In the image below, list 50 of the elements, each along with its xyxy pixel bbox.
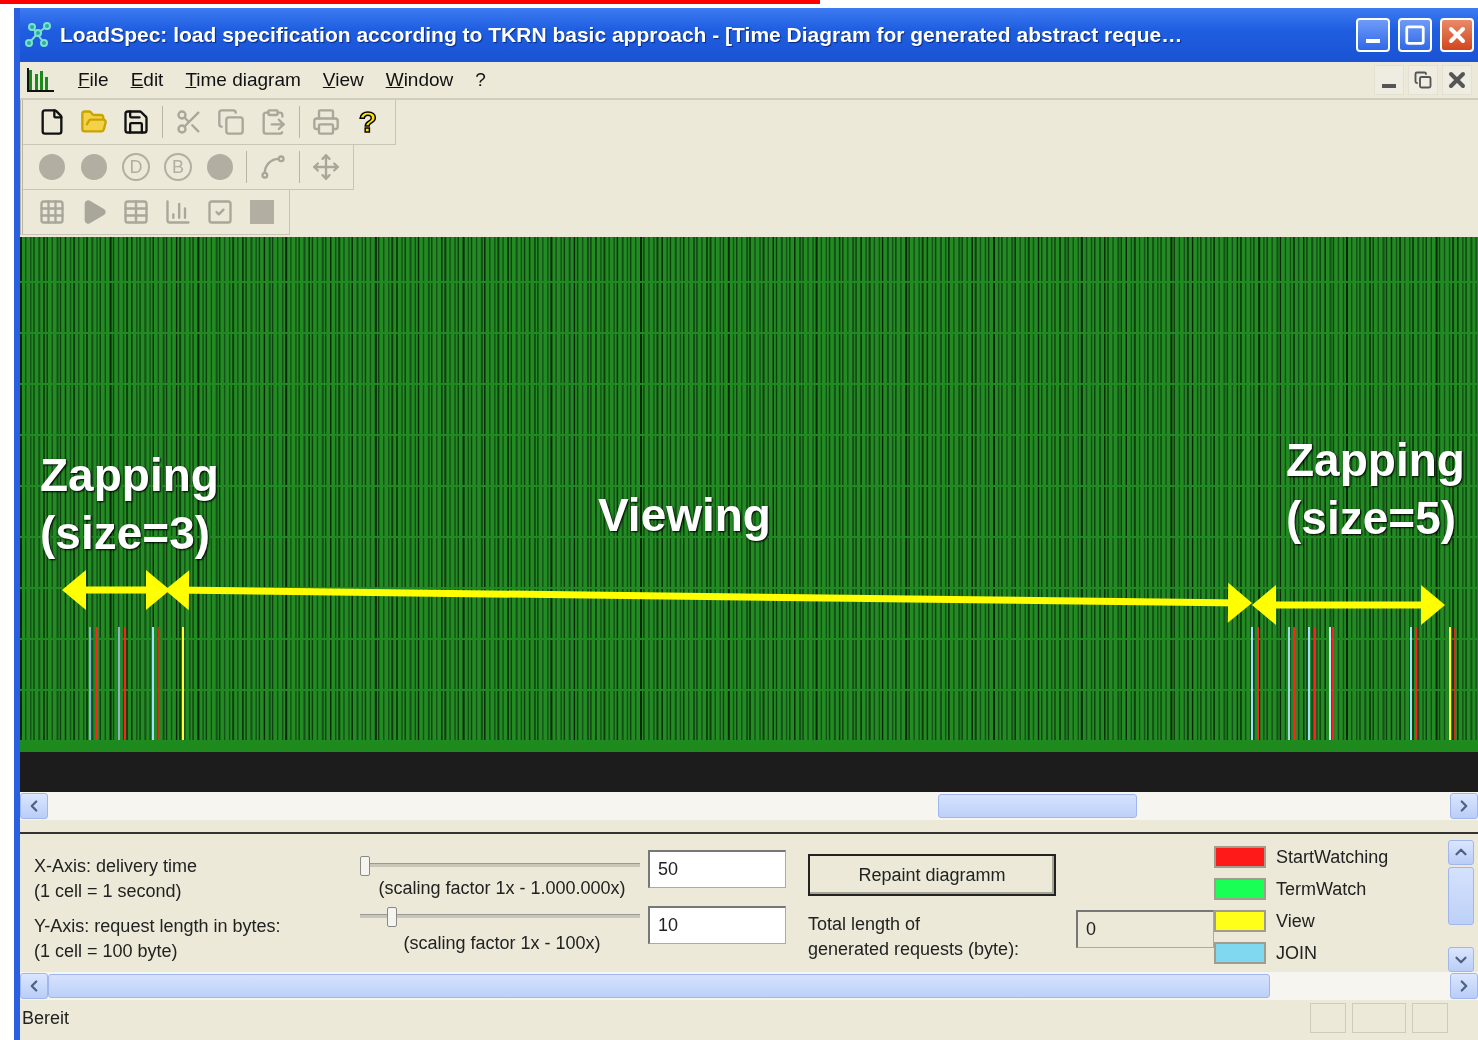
scroll-thumb[interactable] <box>1448 866 1474 926</box>
menu-item[interactable]: File <box>78 69 109 91</box>
network-icon <box>24 21 52 49</box>
legend-label: StartWatching <box>1276 846 1389 868</box>
input-field[interactable]: 10 <box>648 906 786 944</box>
menu-item[interactable]: Time diagram <box>185 69 301 91</box>
scroll-thumb[interactable] <box>48 974 1270 998</box>
input-field[interactable]: 50 <box>648 850 786 888</box>
total-length-label: Total length of generated requests (byte): <box>808 913 1021 961</box>
menu-item[interactable]: ? <box>475 69 486 91</box>
annotation-label: Zapping (size=3) <box>40 448 219 561</box>
scroll-thumb[interactable] <box>938 794 1137 818</box>
bar-chart-icon[interactable] <box>26 66 56 94</box>
status-panel <box>1412 1003 1448 1033</box>
slider-thumb[interactable] <box>387 907 398 927</box>
minimize-icon <box>1382 84 1396 88</box>
annotation-label: Viewing <box>598 488 771 543</box>
menu-item[interactable]: View <box>322 69 364 91</box>
close-button[interactable] <box>1442 65 1472 95</box>
axis-label: X-Axis: delivery time (1 cell = 1 second) <box>34 855 199 903</box>
scroll-up-button[interactable] <box>1448 840 1474 865</box>
scroll-left-button[interactable] <box>20 973 48 999</box>
menu-item[interactable]: Window <box>385 69 454 91</box>
scaling-label: (scaling factor 1x - 1.000.000x) <box>377 877 627 900</box>
slider-thumb[interactable] <box>360 856 370 876</box>
scaling-label: (scaling factor 1x - 100x) <box>402 932 602 955</box>
scroll-left-button[interactable] <box>20 793 48 819</box>
axis-label: Y-Axis: request length in bytes: (1 cell = 100 byte) <box>34 915 282 963</box>
menu-item[interactable]: Edit <box>130 69 164 91</box>
slider[interactable] <box>360 854 640 876</box>
status-panel <box>1352 1003 1406 1033</box>
slider[interactable] <box>360 905 640 927</box>
maximize-icon <box>1404 24 1426 46</box>
restore-icon <box>1414 71 1432 89</box>
total-field[interactable]: 0 <box>1076 910 1214 948</box>
scroll-down-button[interactable] <box>1448 947 1474 972</box>
legend-label: View <box>1276 910 1315 932</box>
legend-label: JOIN <box>1276 942 1317 964</box>
scroll-right-button[interactable] <box>1450 973 1478 999</box>
window-title: LoadSpec: load specification according to TKRN basic approach - [Time Diagram for generated abstract reque… <box>60 23 1184 47</box>
restore-button[interactable] <box>1408 65 1438 95</box>
legend-label: TermWatch <box>1276 878 1367 900</box>
repaint-button[interactable]: Repaint diagramm <box>808 854 1056 896</box>
scroll-right-button[interactable] <box>1450 793 1478 819</box>
status-panel <box>1310 1003 1346 1033</box>
maximize-button[interactable] <box>1398 18 1432 52</box>
minimize-button[interactable] <box>1374 65 1404 95</box>
annotation-label: Zapping (size=5) <box>1286 433 1465 546</box>
status-text: Bereit <box>22 1007 70 1029</box>
minimize-icon <box>1366 39 1380 43</box>
